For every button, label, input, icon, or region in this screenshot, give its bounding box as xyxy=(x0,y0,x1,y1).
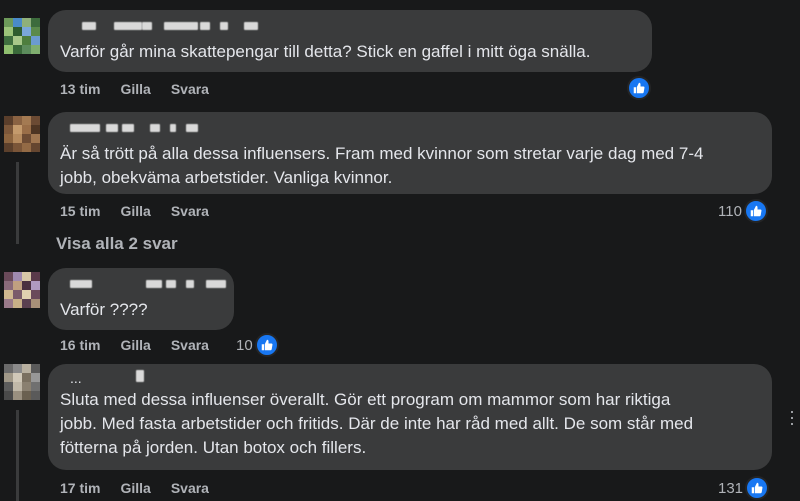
more-options-icon[interactable]: · · · xyxy=(788,402,796,432)
like-button[interactable]: Gilla xyxy=(120,480,150,496)
author-name[interactable] xyxy=(60,20,640,34)
thread-line xyxy=(16,162,19,244)
thumbs-up-icon xyxy=(743,199,768,223)
reaction-count: 10 xyxy=(236,336,253,354)
comment-actions: 16 tim Gilla Svara xyxy=(60,337,209,353)
thumbs-up-icon xyxy=(254,333,279,357)
reaction-summary[interactable]: 10 xyxy=(236,333,279,357)
like-button[interactable]: Gilla xyxy=(120,337,150,353)
like-button[interactable]: Gilla xyxy=(120,203,150,219)
thread-line xyxy=(16,410,19,501)
comment-bubble: ... Sluta med dessa influenser överallt.… xyxy=(48,364,772,470)
author-name-partial: ... xyxy=(70,370,82,386)
reply-button[interactable]: Svara xyxy=(171,203,209,219)
comment-text: Varför går mina skattepengar till detta?… xyxy=(60,42,591,61)
comment-text: Varför ???? xyxy=(60,300,148,319)
avatar[interactable] xyxy=(4,272,40,308)
reply-button[interactable]: Svara xyxy=(171,81,209,97)
avatar[interactable] xyxy=(4,364,40,400)
timestamp[interactable]: 13 tim xyxy=(60,81,100,97)
thumbs-up-icon[interactable] xyxy=(627,76,651,100)
reply-button[interactable]: Svara xyxy=(171,480,209,496)
timestamp[interactable]: 17 tim xyxy=(60,480,100,496)
timestamp[interactable]: 15 tim xyxy=(60,203,100,219)
comment-actions: 17 tim Gilla Svara xyxy=(60,480,209,496)
comment-text: Är så trött på alla dessa influensers. F… xyxy=(60,144,704,187)
avatar[interactable] xyxy=(4,116,40,152)
comment-bubble: Är så trött på alla dessa influensers. F… xyxy=(48,112,772,194)
reaction-summary[interactable]: 131 xyxy=(718,476,770,500)
author-name[interactable] xyxy=(60,122,760,136)
timestamp[interactable]: 16 tim xyxy=(60,337,100,353)
reaction-count: 110 xyxy=(718,202,742,220)
avatar[interactable] xyxy=(4,18,40,54)
view-replies-link[interactable]: Visa alla 2 svar xyxy=(56,234,178,254)
comment-bubble: Varför går mina skattepengar till detta?… xyxy=(48,10,652,72)
thumbs-up-icon xyxy=(745,476,770,500)
like-button[interactable]: Gilla xyxy=(120,81,150,97)
comment-actions: 13 tim Gilla Svara xyxy=(60,81,209,97)
comment-actions: 15 tim Gilla Svara xyxy=(60,203,209,219)
comment-text: Sluta med dessa influenser överallt. Gör… xyxy=(60,390,694,457)
reply-button[interactable]: Svara xyxy=(171,337,209,353)
author-name[interactable]: ... xyxy=(60,370,760,386)
author-name[interactable] xyxy=(60,278,226,292)
comment-bubble: Varför ???? xyxy=(48,268,234,330)
reaction-count: 131 xyxy=(718,479,744,497)
reaction-summary[interactable]: 110 xyxy=(718,199,768,223)
